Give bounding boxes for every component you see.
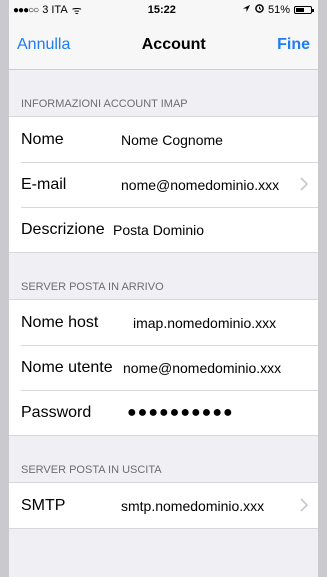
incoming-server-group: Nome host imap.nomedominio.xxx Nome uten… xyxy=(9,299,318,436)
username-label: Nome utente xyxy=(21,358,113,376)
wifi-icon: ᯤ xyxy=(71,4,82,17)
name-label: Nome xyxy=(21,130,64,148)
page-title: Account xyxy=(141,35,206,53)
host-label: Nome host xyxy=(21,313,99,331)
smtp-field[interactable]: smtp.nomedominio.xxx xyxy=(121,498,264,514)
email-field[interactable]: nome@nomedominio.xxx xyxy=(121,177,279,193)
chevron-right-icon xyxy=(300,177,308,191)
password-label: Password xyxy=(21,403,92,421)
description-field[interactable]: Posta Dominio xyxy=(113,222,204,238)
signal-strength: ●●●○○ xyxy=(13,4,39,16)
description-row[interactable]: Descrizione Posta Dominio xyxy=(9,207,318,252)
name-field[interactable]: Nome Cognome xyxy=(121,132,223,148)
password-row[interactable]: Password ●●●●●●●●●● xyxy=(9,390,318,435)
carrier-name: 3 ITA xyxy=(42,4,68,16)
cancel-button[interactable]: Annulla xyxy=(17,36,70,54)
navigation-bar: Annulla Account Fine xyxy=(9,20,318,70)
username-row[interactable]: Nome utente nome@nomedominio.xxx xyxy=(9,345,318,390)
battery-percent: 51% xyxy=(267,4,290,16)
smtp-label: SMTP xyxy=(21,496,66,514)
phone-screen: ●●●○○ 3 ITA ᯤ 15:22 51% Annulla Account … xyxy=(9,0,318,577)
outgoing-server-group: SMTP smtp.nomedominio.xxx xyxy=(9,482,318,529)
status-bar: ●●●○○ 3 ITA ᯤ 15:22 51% xyxy=(9,0,318,20)
email-row[interactable]: E-mail nome@nomedominio.xxx xyxy=(9,162,318,207)
alarm-icon xyxy=(255,4,264,16)
host-row[interactable]: Nome host imap.nomedominio.xxx xyxy=(9,300,318,345)
host-field[interactable]: imap.nomedominio.xxx xyxy=(133,315,276,331)
username-field[interactable]: nome@nomedominio.xxx xyxy=(123,360,281,376)
email-label: E-mail xyxy=(21,175,67,193)
name-row[interactable]: Nome Nome Cognome xyxy=(9,117,318,162)
imap-account-group: Nome Nome Cognome E-mail nome@nomedomini… xyxy=(9,116,318,253)
battery-icon xyxy=(294,6,314,14)
outgoing-section-header: SERVER POSTA IN USCITA xyxy=(21,464,162,476)
imap-section-header: INFORMAZIONI ACCOUNT IMAP xyxy=(21,98,188,110)
done-button[interactable]: Fine xyxy=(277,36,310,54)
status-time: 15:22 xyxy=(147,4,176,16)
location-icon xyxy=(242,4,251,16)
incoming-section-header: SERVER POSTA IN ARRIVO xyxy=(21,281,164,293)
smtp-row[interactable]: SMTP smtp.nomedominio.xxx xyxy=(9,483,318,528)
chevron-right-icon xyxy=(300,498,308,512)
description-label: Descrizione xyxy=(21,220,105,238)
password-field[interactable]: ●●●●●●●●●● xyxy=(127,404,234,422)
